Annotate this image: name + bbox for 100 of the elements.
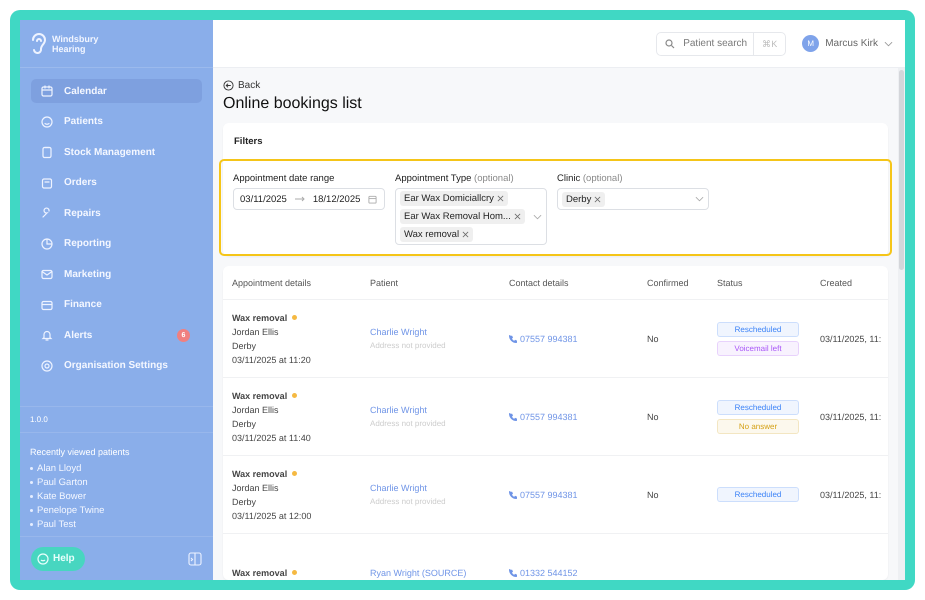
close-icon[interactable] — [514, 213, 521, 220]
phone-link[interactable]: 07557 994381 — [509, 334, 647, 344]
recent-patient-link[interactable]: Alan Lloyd — [37, 462, 82, 474]
appointment-time: 03/11/2025 at 11:40 — [232, 432, 312, 442]
back-arrow-icon — [223, 80, 234, 91]
clinic-name: Derby — [232, 496, 258, 506]
ear-logo-icon — [30, 30, 48, 56]
bullet-icon — [30, 522, 33, 526]
field-label: Appointment date range — [233, 173, 336, 184]
close-icon[interactable] — [594, 196, 602, 202]
bullet-icon — [30, 494, 33, 498]
recent-patient-link[interactable]: Penelope Twine — [37, 504, 104, 516]
version-label: 1.0.0 — [20, 406, 213, 432]
box-icon — [40, 176, 54, 190]
sidebar-item-label: Reporting — [64, 238, 112, 249]
sidebar-item[interactable]: Reporting — [31, 232, 202, 256]
dot-icon — [292, 315, 298, 320]
dot-icon — [292, 393, 298, 398]
date-from: 03/11/2025 — [240, 194, 287, 204]
patient-link[interactable]: Charlie Wright — [370, 405, 509, 415]
patient-link[interactable]: Charlie Wright — [370, 483, 509, 493]
pie-chart-icon — [40, 236, 54, 250]
close-icon[interactable] — [496, 195, 504, 202]
clinic-name: Derby — [232, 340, 258, 350]
sidebar-item[interactable]: Repairs — [31, 201, 202, 225]
sidebar-item-label: Orders — [64, 177, 97, 188]
sidebar-item[interactable]: Patients — [31, 110, 202, 134]
sidebar-item[interactable]: Calendar — [31, 79, 202, 103]
recent-patient-link[interactable]: Paul Garton — [37, 476, 88, 488]
envelope-icon — [40, 267, 54, 281]
appointment-type: Wax removal — [232, 390, 288, 400]
phone-link[interactable]: 07557 994381 — [509, 412, 647, 422]
clipboard-icon — [40, 145, 54, 159]
practitioner-name: Jordan Ellis — [232, 404, 280, 414]
patient-link[interactable]: Charlie Wright — [370, 327, 509, 337]
close-icon[interactable] — [462, 231, 470, 238]
sidebar-item-label: Organisation Settings — [64, 360, 168, 371]
phone-link[interactable]: 01332 544152 — [509, 568, 647, 578]
status-badge: Voicemail left — [717, 340, 799, 356]
field-label: Clinic (optional) — [557, 173, 624, 184]
practitioner-name: Jordan Ellis — [232, 482, 280, 492]
brand-name: Windsbury Hearing — [52, 34, 98, 54]
help-button[interactable]: Help — [31, 546, 85, 570]
sidebar-item[interactable]: Stock Management — [31, 140, 202, 164]
status-badge: No answer — [717, 418, 799, 434]
bullet-icon — [30, 508, 33, 512]
selected-tag: Ear Wax Removal Hom... — [400, 209, 525, 224]
date-range-field[interactable]: 03/11/2025 18/12/2025 — [233, 188, 385, 210]
sidebar-item-label: Finance — [64, 299, 102, 310]
recent-patient-link[interactable]: Paul Test — [37, 518, 76, 530]
calendar-icon — [40, 84, 54, 98]
sidebar-item[interactable]: Finance — [31, 292, 202, 316]
selected-tag: Wax removal — [400, 227, 474, 242]
appointment-type: Wax removal — [232, 312, 288, 322]
sidebar-item-label: Alerts — [64, 330, 92, 340]
bullet-icon — [30, 480, 33, 484]
user-name[interactable]: Marcus Kirk — [825, 38, 878, 49]
sidebar-item-label: Stock Management — [64, 146, 156, 158]
page-title: Online bookings list — [223, 95, 363, 113]
multi-select-field[interactable]: Derby — [557, 188, 709, 210]
confirmed-value: No — [647, 490, 660, 500]
sidebar-item-label: Marketing — [64, 268, 112, 280]
column-header: Status — [717, 278, 744, 288]
confirmed-value: No — [647, 412, 660, 422]
user-avatar[interactable]: M — [802, 35, 820, 52]
selected-tag: Ear Wax Domiciallcry — [400, 191, 508, 206]
back-link[interactable]: Back — [223, 80, 260, 91]
column-header: Appointment details — [232, 278, 312, 288]
status-badge: Rescheduled — [717, 400, 799, 414]
filters-heading: Filters — [233, 135, 264, 149]
bullet-icon — [30, 466, 33, 470]
created-date: 03/11/2025, 11: — [820, 490, 882, 500]
clinic-name: Derby — [232, 418, 258, 428]
search-input[interactable]: Patient search — [681, 37, 754, 50]
multi-select-field[interactable]: Ear Wax Domiciallcry Ear Wax Removal Hom... Wax removal — [395, 188, 547, 245]
date-to: 18/12/2025 — [312, 194, 360, 204]
field-label: Appointment Type (optional) — [395, 173, 515, 184]
chevron-down-icon[interactable] — [884, 40, 893, 46]
arrow-right-icon — [294, 196, 305, 202]
patient-link[interactable]: Ryan Wright (SOURCE) — [370, 568, 509, 578]
column-header: Contact details — [509, 278, 570, 288]
dot-icon — [292, 471, 298, 476]
confirmed-value: No — [647, 334, 660, 344]
sidebar-item[interactable]: Organisation Settings — [31, 354, 202, 378]
phone-icon — [509, 490, 517, 498]
selected-tag: Derby — [562, 192, 606, 206]
column-header: Confirmed — [647, 278, 690, 288]
column-header: Created — [820, 278, 854, 288]
search-icon — [665, 38, 676, 48]
phone-link[interactable]: 07557 994381 — [509, 490, 647, 500]
bell-icon — [40, 328, 54, 342]
phone-icon — [509, 568, 517, 576]
sidebar-item[interactable]: Marketing — [31, 262, 202, 286]
created-date: 03/11/2025, 11: — [820, 334, 882, 344]
patient-search-field[interactable]: Patient search ⌘K — [656, 32, 786, 56]
calendar-icon — [368, 194, 378, 204]
sidebar-item[interactable]: Orders — [31, 170, 202, 194]
recent-patient-link[interactable]: Kate Bower — [37, 490, 86, 502]
appointment-type: Wax removal — [232, 568, 288, 578]
phone-icon — [509, 334, 517, 342]
